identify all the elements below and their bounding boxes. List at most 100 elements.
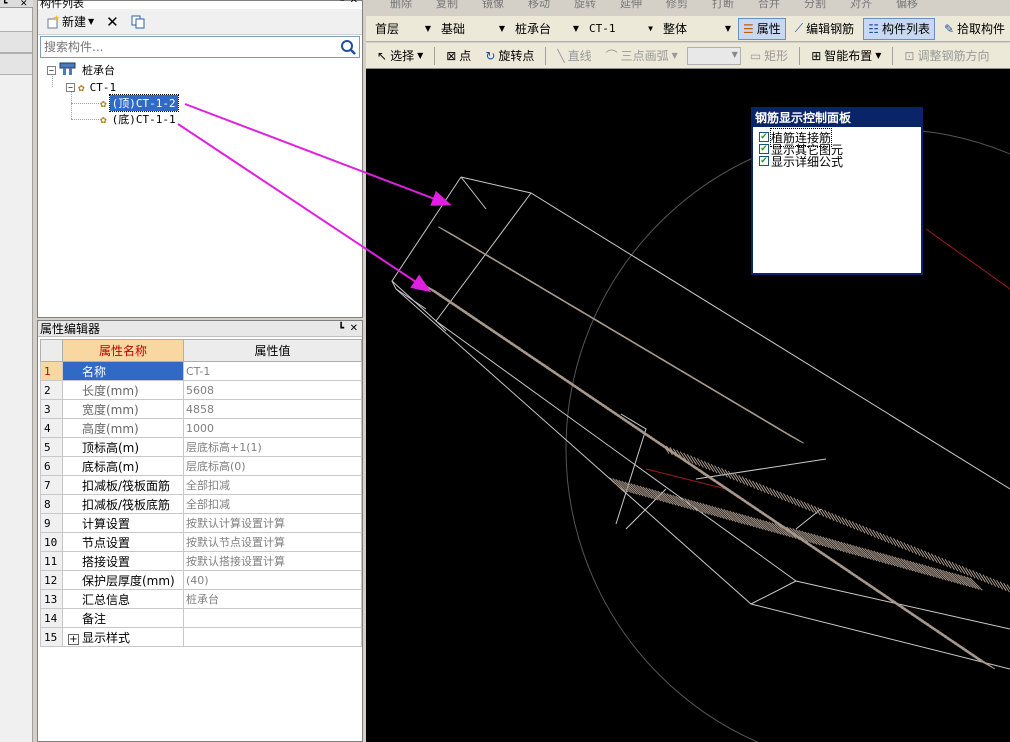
property-value[interactable]: 1000	[183, 418, 362, 438]
property-name[interactable]: 保护层厚度(mm)	[62, 570, 184, 590]
delete-button[interactable]: ✕	[102, 12, 123, 32]
property-value[interactable]: (40)	[183, 570, 362, 590]
faded-tool-label[interactable]: 复制	[436, 0, 458, 10]
blank-select[interactable]: ▼	[686, 46, 741, 65]
faded-tool-label[interactable]: 对齐	[850, 0, 872, 10]
pin-icon[interactable]: ┗	[338, 321, 344, 337]
faded-tool-label[interactable]: 分割	[804, 0, 826, 10]
line-button[interactable]: ╲ 直线	[552, 45, 596, 67]
left-dock-row[interactable]	[0, 31, 32, 53]
property-row[interactable]: 9 计算设置 按默认计算设置计算	[40, 513, 362, 533]
faded-tool-label[interactable]: 修剪	[666, 0, 688, 10]
column-header-name[interactable]: 属性名称	[62, 339, 184, 362]
property-name[interactable]: 汇总信息	[62, 589, 184, 609]
search-input[interactable]	[41, 37, 331, 57]
property-row[interactable]: 1 名称 CT-1	[40, 361, 362, 381]
property-name[interactable]: 底标高(m)	[62, 456, 184, 476]
property-name[interactable]: 宽度(mm)	[62, 399, 184, 419]
left-dock-row[interactable]	[0, 53, 32, 75]
edit-rebar-button[interactable]: ⟋ 编辑钢筋	[790, 18, 859, 40]
expand-icon[interactable]: +	[68, 633, 79, 645]
property-name[interactable]: 搭接设置	[62, 551, 184, 571]
faded-tool-label[interactable]: 移动	[528, 0, 550, 10]
rect-button[interactable]: ▭ 矩形	[745, 45, 793, 67]
component-list-button[interactable]: ☷ 构件列表	[863, 17, 935, 40]
checkbox-icon[interactable]: ✔	[759, 156, 769, 166]
type-select[interactable]: 桩承台 ▼	[512, 19, 582, 39]
pin-icon[interactable]: ┗	[2, 0, 7, 9]
arc-button[interactable]: ⌒ 三点画弧 ▼	[601, 45, 683, 67]
property-value[interactable]: 层底标高+1(1)	[183, 437, 362, 457]
property-value[interactable]: 按默认搭接设置计算	[183, 551, 362, 571]
faded-tool-label[interactable]: 延伸	[620, 0, 642, 10]
faded-tool-label[interactable]: 合并	[758, 0, 780, 10]
select-button[interactable]: ↖ 选择 ▼	[372, 45, 428, 67]
property-value[interactable]: 全部扣减	[183, 475, 362, 495]
property-value[interactable]	[183, 608, 362, 628]
category-select[interactable]: 基础 ▼	[438, 19, 508, 39]
property-row[interactable]: 2 长度(mm) 5608	[40, 380, 362, 400]
property-name[interactable]: 扣减板/筏板底筋	[62, 494, 184, 514]
component-select[interactable]: CT-1 ▼	[586, 19, 656, 39]
faded-tool-label[interactable]: 偏移	[896, 0, 918, 10]
property-value[interactable]: 5608	[183, 380, 362, 400]
pick-component-button[interactable]: ✎ 拾取构件	[939, 18, 1010, 40]
adjust-rebar-direction-button[interactable]: ⊡ 调整钢筋方向	[899, 45, 994, 67]
tree-node-root[interactable]: − 桩承台	[47, 62, 117, 78]
copy-button[interactable]	[127, 12, 149, 32]
property-name[interactable]: 名称	[62, 361, 184, 381]
smart-layout-button[interactable]: ⊞ 智能布置 ▼	[806, 45, 886, 67]
rotate-point-button[interactable]: ↻ 旋转点	[480, 45, 539, 67]
property-name[interactable]: 备注	[62, 608, 184, 628]
tree-node-item[interactable]: ✿ (顶)CT-1-2	[100, 94, 179, 112]
checkbox-icon[interactable]: ✔	[759, 132, 769, 142]
property-name[interactable]: 高度(mm)	[62, 418, 184, 438]
close-icon[interactable]: ✕	[20, 0, 28, 9]
property-value[interactable]: 4858	[183, 399, 362, 419]
faded-tool-label[interactable]: 镜像	[482, 0, 504, 10]
property-row[interactable]: 14 备注	[40, 608, 362, 628]
faded-tool-label[interactable]: 打断	[712, 0, 734, 10]
point-button[interactable]: ⊠ 点	[441, 45, 476, 67]
property-row[interactable]: 11 搭接设置 按默认搭接设置计算	[40, 551, 362, 571]
collapse-icon[interactable]: −	[47, 65, 56, 75]
property-name[interactable]: 节点设置	[62, 532, 184, 552]
option-show-detailed-formula[interactable]: ✔ 显示详细公式	[753, 155, 921, 169]
tree-node-item[interactable]: ✿ (底)CT-1-1	[100, 111, 178, 127]
property-row[interactable]: 7 扣减板/筏板面筋 全部扣减	[40, 475, 362, 495]
property-name[interactable]: + 显示样式	[62, 627, 184, 647]
property-value[interactable]: 桩承台	[183, 589, 362, 609]
close-icon[interactable]: ✕	[350, 321, 358, 337]
property-button[interactable]: ☰ 属性	[737, 17, 786, 40]
property-row[interactable]: 12 保护层厚度(mm) (40)	[40, 570, 362, 590]
collapse-icon[interactable]: −	[66, 82, 75, 92]
property-row[interactable]: 3 宽度(mm) 4858	[40, 399, 362, 419]
property-row[interactable]: 6 底标高(m) 层底标高(0)	[40, 456, 362, 476]
property-value[interactable]: 按默认节点设置计算	[183, 532, 362, 552]
property-row[interactable]: 13 汇总信息 桩承台	[40, 589, 362, 609]
property-name[interactable]: 长度(mm)	[62, 380, 184, 400]
property-row[interactable]: 5 顶标高(m) 层底标高+1(1)	[40, 437, 362, 457]
property-name[interactable]: 顶标高(m)	[62, 437, 184, 457]
property-row[interactable]: 4 高度(mm) 1000	[40, 418, 362, 438]
tree-node-group[interactable]: − ✿ CT-1	[66, 79, 118, 95]
property-value[interactable]: 层底标高(0)	[183, 456, 362, 476]
faded-tool-label[interactable]: 旋转	[574, 0, 596, 10]
search-icon[interactable]	[339, 39, 357, 56]
property-value[interactable]: 按默认计算设置计算	[183, 513, 362, 533]
property-row[interactable]: 10 节点设置 按默认节点设置计算	[40, 532, 362, 552]
property-row[interactable]: 8 扣减板/筏板底筋 全部扣减	[40, 494, 362, 514]
property-name[interactable]: 扣减板/筏板面筋	[62, 475, 184, 495]
checkbox-icon[interactable]: ✔	[759, 144, 769, 154]
close-icon[interactable]: ✕	[350, 0, 358, 6]
column-header-value[interactable]: 属性值	[183, 339, 362, 362]
property-value[interactable]	[183, 627, 362, 647]
property-name[interactable]: 计算设置	[62, 513, 184, 533]
property-value[interactable]: 全部扣减	[183, 494, 362, 514]
property-value[interactable]: CT-1	[183, 361, 362, 381]
pin-icon[interactable]: ┗	[338, 0, 344, 6]
scope-select[interactable]: 整体 ▼	[660, 19, 734, 39]
new-component-button[interactable]: 新建 ▼	[42, 12, 98, 32]
floor-select[interactable]: 首层 ▼	[372, 19, 434, 39]
property-row[interactable]: 15 + 显示样式	[40, 627, 362, 647]
